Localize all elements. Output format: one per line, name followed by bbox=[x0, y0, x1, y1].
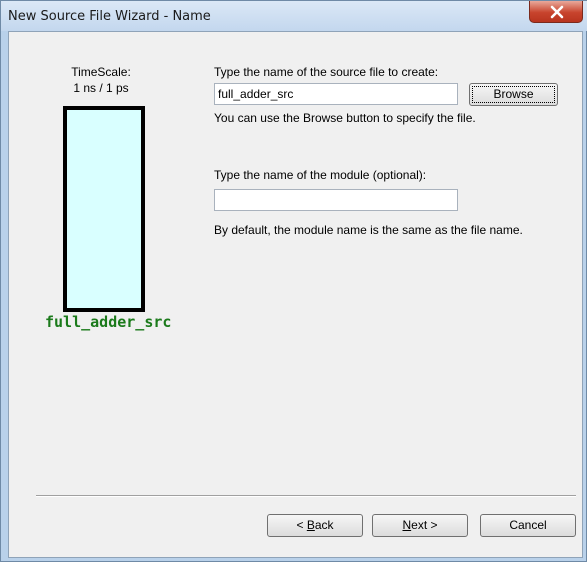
module-preview-box bbox=[63, 106, 145, 312]
next-accelerator: N bbox=[402, 518, 412, 532]
module-name-hint: By default, the module name is the same … bbox=[214, 223, 523, 237]
file-name-input[interactable]: full_adder_src bbox=[214, 83, 458, 105]
timescale-value: 1 ns / 1 ps bbox=[73, 81, 129, 95]
next-button[interactable]: Next > bbox=[372, 514, 468, 537]
title-bar[interactable]: New Source File Wizard - Name bbox=[1, 1, 587, 31]
timescale-label: TimeScale: bbox=[71, 65, 131, 79]
module-preview-name: full_adder_src bbox=[45, 313, 172, 331]
module-name-prompt: Type the name of the module (optional): bbox=[214, 168, 427, 182]
module-name-input[interactable] bbox=[214, 189, 458, 211]
wizard-body: TimeScale: 1 ns / 1 ps full_adder_src Ty… bbox=[8, 31, 583, 558]
browse-button[interactable]: Browse bbox=[469, 83, 558, 106]
cancel-button[interactable]: Cancel bbox=[480, 514, 576, 537]
close-x-icon bbox=[550, 5, 564, 19]
back-button[interactable]: < Back bbox=[267, 514, 363, 537]
file-name-hint: You can use the Browse button to specify… bbox=[214, 111, 476, 125]
back-prefix: < bbox=[296, 518, 307, 532]
file-name-prompt: Type the name of the source file to crea… bbox=[214, 65, 439, 79]
back-accelerator: B bbox=[306, 518, 315, 532]
next-label-rest: ext > bbox=[411, 518, 438, 532]
back-label-rest: ack bbox=[314, 518, 334, 532]
window-title: New Source File Wizard - Name bbox=[8, 9, 211, 24]
footer-separator bbox=[36, 495, 576, 497]
wizard-window: New Source File Wizard - Name TimeScale:… bbox=[0, 0, 587, 562]
close-button[interactable] bbox=[529, 1, 583, 23]
